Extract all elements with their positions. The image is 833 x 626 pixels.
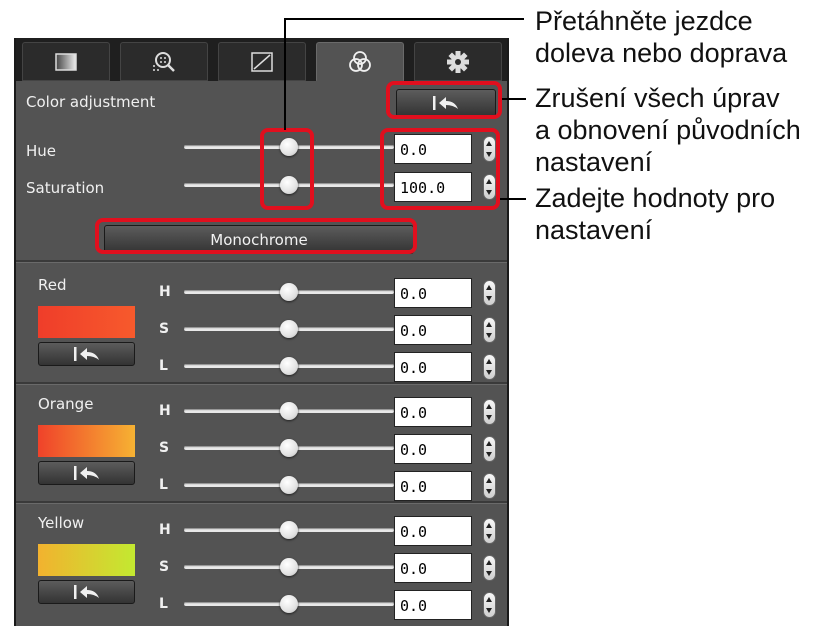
tool-palette-tabs <box>16 38 507 81</box>
section-divider <box>16 501 507 504</box>
yellow-l-slider[interactable] <box>184 594 394 614</box>
yellow-l-label: L <box>159 596 168 612</box>
callout-line: Přetáhněte jezdce <box>535 6 753 36</box>
value-inputs-highlight <box>380 128 500 210</box>
yellow-label: Yellow <box>38 514 85 532</box>
orange-s-stepper[interactable] <box>483 436 496 462</box>
red-l-slider-thumb[interactable] <box>280 357 298 375</box>
orange-h-value-input[interactable]: 0.0 <box>394 397 472 427</box>
tab-noise-lens[interactable] <box>120 42 208 81</box>
red-h-stepper[interactable] <box>483 280 496 306</box>
leader-line <box>502 98 526 100</box>
yellow-h-stepper[interactable] <box>483 518 496 544</box>
orange-s-slider-thumb[interactable] <box>280 439 298 457</box>
leader-line <box>500 198 526 200</box>
orange-label: Orange <box>38 395 94 413</box>
tone-curve-icon <box>251 51 273 72</box>
tab-basic-adjustment[interactable] <box>22 42 110 81</box>
section-divider <box>16 260 507 263</box>
red-s-value-input[interactable]: 0.0 <box>394 315 472 345</box>
red-h-value-input[interactable]: 0.0 <box>394 278 472 308</box>
reset-arrow-icon <box>73 347 99 361</box>
red-swatch <box>38 306 135 338</box>
red-l-stepper[interactable] <box>483 354 496 380</box>
callout-line: Zrušení všech úprav <box>535 83 780 113</box>
callout-reset-all: Zrušení všech úprav a obnovení původních… <box>535 82 801 178</box>
callout-drag-sliders: Přetáhněte jezdce doleva nebo doprava <box>535 5 787 69</box>
saturation-label: Saturation <box>26 179 105 197</box>
orange-l-slider-thumb[interactable] <box>280 476 298 494</box>
orange-l-value-input[interactable]: 0.0 <box>394 471 472 501</box>
orange-s-value-input[interactable]: 0.0 <box>394 434 472 464</box>
hue-label: Hue <box>26 142 57 160</box>
callout-enter-values: Zadejte hodnoty pro nastavení <box>535 182 775 246</box>
orange-h-slider-thumb[interactable] <box>280 402 298 420</box>
red-h-slider[interactable] <box>184 282 394 302</box>
sliders-highlight <box>260 128 314 210</box>
callout-line: doleva nebo doprava <box>535 38 788 68</box>
callout-line: nastavení <box>535 215 653 245</box>
reset-arrow-icon <box>73 585 99 599</box>
section-divider <box>16 382 507 385</box>
orange-h-stepper[interactable] <box>483 399 496 425</box>
yellow-swatch <box>38 544 135 576</box>
yellow-s-stepper[interactable] <box>483 555 496 581</box>
yellow-reset-button[interactable] <box>38 580 135 604</box>
orange-l-stepper[interactable] <box>483 473 496 499</box>
reset-button-highlight <box>386 81 502 119</box>
tab-color-adjustment[interactable] <box>316 42 404 81</box>
red-reset-button[interactable] <box>38 342 135 366</box>
leader-line <box>284 18 286 130</box>
orange-s-slider[interactable] <box>184 438 394 458</box>
yellow-l-value-input[interactable]: 0.0 <box>394 590 472 620</box>
color-adjustment-panel: Color adjustment Hue 0.0 Saturation 100.… <box>14 38 509 626</box>
basic-image-adjustment-icon <box>55 52 77 71</box>
orange-h-slider[interactable] <box>184 401 394 421</box>
callout-line: nastavení <box>535 147 653 177</box>
orange-l-label: L <box>159 477 168 493</box>
red-s-slider-thumb[interactable] <box>280 320 298 338</box>
red-s-label: S <box>159 321 170 337</box>
red-label: Red <box>38 276 67 294</box>
callout-line: Zadejte hodnoty pro <box>535 183 776 213</box>
red-s-slider[interactable] <box>184 319 394 339</box>
orange-swatch <box>38 425 135 457</box>
red-l-value-input[interactable]: 0.0 <box>394 352 472 382</box>
yellow-s-slider-thumb[interactable] <box>280 558 298 576</box>
color-adjustment-icon <box>349 50 371 72</box>
orange-h-label: H <box>159 403 171 419</box>
yellow-l-slider-thumb[interactable] <box>280 595 298 613</box>
red-l-slider[interactable] <box>184 356 394 376</box>
yellow-h-slider[interactable] <box>184 520 394 540</box>
yellow-l-stepper[interactable] <box>483 592 496 618</box>
color-adjustment-title: Color adjustment <box>26 93 156 111</box>
reset-arrow-icon <box>73 466 99 480</box>
red-s-stepper[interactable] <box>483 317 496 343</box>
tab-settings[interactable] <box>414 42 502 81</box>
callout-line: a obnovení původních <box>535 115 801 145</box>
orange-l-slider[interactable] <box>184 475 394 495</box>
red-h-slider-thumb[interactable] <box>280 283 298 301</box>
red-l-label: L <box>159 358 168 374</box>
settings-gear-icon <box>447 50 469 73</box>
monochrome-highlight <box>95 218 417 254</box>
red-h-label: H <box>159 284 171 300</box>
leader-line <box>284 18 524 20</box>
yellow-s-label: S <box>159 559 170 575</box>
yellow-h-label: H <box>159 522 171 538</box>
yellow-h-slider-thumb[interactable] <box>280 521 298 539</box>
yellow-s-value-input[interactable]: 0.0 <box>394 553 472 583</box>
tab-tone-curve[interactable] <box>218 42 306 81</box>
yellow-s-slider[interactable] <box>184 557 394 577</box>
noise-lens-correction-icon <box>153 51 175 72</box>
yellow-h-value-input[interactable]: 0.0 <box>394 516 472 546</box>
orange-s-label: S <box>159 440 170 456</box>
orange-reset-button[interactable] <box>38 461 135 485</box>
